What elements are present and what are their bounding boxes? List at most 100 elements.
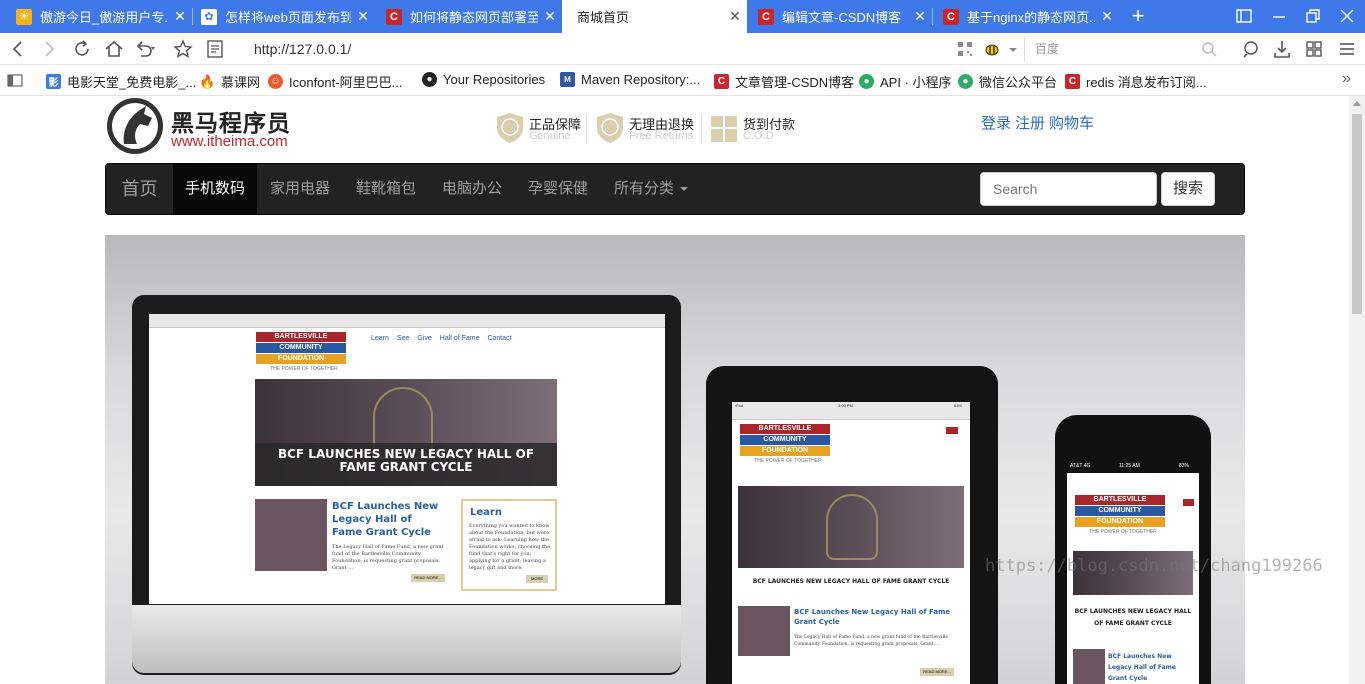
bookmark-label: redis 消息发布订阅... (1086, 75, 1207, 90)
carousel-prev-button[interactable]: ‹ (175, 497, 205, 537)
bookmark-label: Maven Repository:... (581, 72, 701, 87)
undo-close-icon[interactable] (133, 38, 155, 60)
bookmarks-overflow-icon[interactable]: » (1342, 70, 1351, 88)
star-icon[interactable] (172, 38, 194, 60)
bookmarks-bar: 影 电影天堂_免费电影_... 🔥 慕课网 ☺ Iconfont-阿里巴巴...… (0, 65, 1365, 96)
mock-article-image (738, 606, 790, 656)
bookmark-item[interactable]: ● API · 小程序 (859, 72, 952, 91)
mock-article-text: The Legacy Hall of Fame Fund, a new gran… (332, 544, 444, 571)
badge-divider (586, 114, 587, 144)
mock-tablet-bar: iPad 3:03 PM 63% (732, 402, 970, 420)
scroll-up-icon[interactable] (1353, 101, 1361, 106)
search-icon[interactable] (1201, 41, 1217, 57)
apps-icon[interactable] (1303, 38, 1325, 60)
main-navbar: 首页 手机数码 家用电器 鞋靴箱包 电脑办公 孕婴保健 所有分类 搜索 (105, 163, 1245, 215)
home-icon[interactable] (103, 38, 125, 60)
wechat-icon: ● (958, 74, 973, 89)
bookmark-item[interactable]: C 文章管理-CSDN博客 (714, 72, 854, 91)
wechat-icon: ● (859, 74, 874, 89)
tab-title: 商城首页 (577, 10, 630, 25)
badge-divider (701, 114, 702, 144)
nav-item-all-categories[interactable]: 所有分类 (601, 164, 701, 214)
refresh-icon[interactable] (71, 38, 93, 60)
bookmark-item[interactable]: 🔥 慕课网 (199, 72, 260, 91)
reader-icon[interactable] (204, 38, 226, 60)
nav-item-bags[interactable]: 鞋靴箱包 (343, 164, 429, 214)
menu-icon[interactable] (1336, 38, 1358, 60)
badge-subtitle: Free Returns (629, 130, 694, 142)
nav-item-baby[interactable]: 孕婴保健 (515, 164, 601, 214)
mock-browser-bar (149, 314, 665, 328)
back-icon[interactable] (7, 38, 29, 60)
mock-article-title: BCF Launches New Legacy Hall of Fame Gra… (332, 501, 439, 538)
nav-dropdown-label: 所有分类 (613, 180, 674, 197)
cart-link[interactable]: 购物车 (1049, 115, 1094, 132)
browser-tab[interactable]: C 编辑文章-CSDN博客 ✕ (742, 0, 932, 33)
close-icon[interactable]: ✕ (1095, 8, 1119, 25)
bee-icon[interactable] (981, 38, 1003, 60)
tab-title: 基于nginx的静态网页... (967, 10, 1095, 25)
tab-title: 怎样将web页面发布到... (225, 10, 351, 25)
nav-item-appliances[interactable]: 家用电器 (257, 164, 343, 214)
register-link[interactable]: 注册 (1015, 115, 1045, 132)
site-search-input[interactable] (980, 172, 1157, 206)
login-link[interactable]: 登录 (981, 115, 1011, 132)
download-icon[interactable] (1271, 38, 1293, 60)
page-scrollbar[interactable] (1349, 96, 1365, 684)
bookmark-label: Your Repositories (443, 72, 546, 87)
hamburger-icon (1183, 499, 1194, 506)
bookmark-label: API · 小程序 (880, 75, 952, 90)
forward-icon[interactable] (38, 38, 60, 60)
scrollbar-thumb[interactable] (1352, 114, 1362, 314)
sidebar-toggle-icon[interactable] (7, 74, 23, 87)
imac-screen: BARTLESVILLE COMMUNITY FOUNDATION THE PO… (149, 314, 665, 604)
imac-chin (132, 605, 681, 673)
clean-icon[interactable] (1240, 38, 1262, 60)
csdn-icon: C (758, 8, 774, 25)
browser-tab[interactable]: C 基于nginx的静态网页... ✕ (927, 0, 1119, 33)
gift-box-icon (711, 116, 737, 142)
search-engine-placeholder: 百度 (1035, 42, 1060, 56)
paw-icon: ✿ (201, 8, 217, 25)
bookmark-item[interactable]: ☺ Iconfont-阿里巴巴... (268, 72, 402, 91)
restore-icon[interactable] (1302, 6, 1324, 26)
csdn-icon: C (714, 74, 729, 89)
mock-site-menu: Learn See Give Hall of Fame Contact (371, 335, 512, 342)
tab-title: 编辑文章-CSDN博客 (782, 10, 902, 25)
nav-item-office[interactable]: 电脑办公 (429, 164, 515, 214)
horse-logo-icon[interactable] (104, 96, 166, 156)
bookmark-label: 微信公众平台 (979, 75, 1058, 90)
shield-icon (497, 113, 523, 143)
chevron-down-icon[interactable] (1006, 38, 1020, 60)
maven-icon: M (560, 72, 575, 87)
nav-item-phones[interactable]: 手机数码 (173, 164, 257, 214)
bookmark-item[interactable]: M Maven Repository:... (560, 72, 700, 87)
logo-url[interactable]: www.itheima.com (171, 133, 288, 150)
mock-learn-box: Learn Everything you wanted to know abou… (461, 499, 557, 591)
bookmark-item[interactable]: 影 电影天堂_免费电影_... (46, 72, 196, 91)
browser-tab[interactable]: ✿ 怎样将web页面发布到... ✕ (185, 0, 375, 33)
bookmark-item[interactable]: ● Your Repositories (422, 72, 545, 87)
bookmark-label: 电影天堂_免费电影_... (67, 75, 197, 90)
close-icon[interactable]: ✕ (538, 8, 562, 25)
new-tab-button[interactable]: + (1126, 5, 1150, 29)
bookmark-item[interactable]: C redis 消息发布订阅... (1065, 72, 1207, 91)
browser-tab[interactable]: ☀ 傲游今日_傲游用户专... ✕ (0, 0, 192, 33)
bookmark-label: 文章管理-CSDN博客 (735, 75, 855, 90)
badge-subtitle: Genuine (529, 130, 571, 142)
qr-code-icon[interactable] (954, 38, 976, 60)
tab-title: 如何将静态网页部署至... (410, 10, 538, 25)
browser-tab[interactable]: C 如何将静态网页部署至... ✕ (370, 0, 562, 33)
site-search-button[interactable]: 搜索 (1161, 172, 1215, 206)
address-url[interactable]: http://127.0.0.1/ (254, 41, 351, 57)
bookmark-item[interactable]: ● 微信公众平台 (958, 72, 1057, 91)
nav-home[interactable]: 首页 (106, 164, 173, 214)
minimize-icon[interactable] (1268, 6, 1290, 26)
tab-list-icon[interactable] (1233, 6, 1255, 26)
movie-icon: 影 (46, 74, 61, 89)
web-page: 黑马程序员 www.itheima.com 正品保障 Genuine 无理由退换… (0, 96, 1349, 684)
window-close-icon[interactable] (1336, 6, 1358, 26)
browser-tab-active[interactable]: 商城首页 ✕ (562, 0, 747, 33)
search-engine-box[interactable]: 百度 (1024, 37, 1224, 61)
mock-hero-caption: BCF LAUNCHES NEW LEGACY HALL OF FAME GRA… (1074, 608, 1192, 627)
